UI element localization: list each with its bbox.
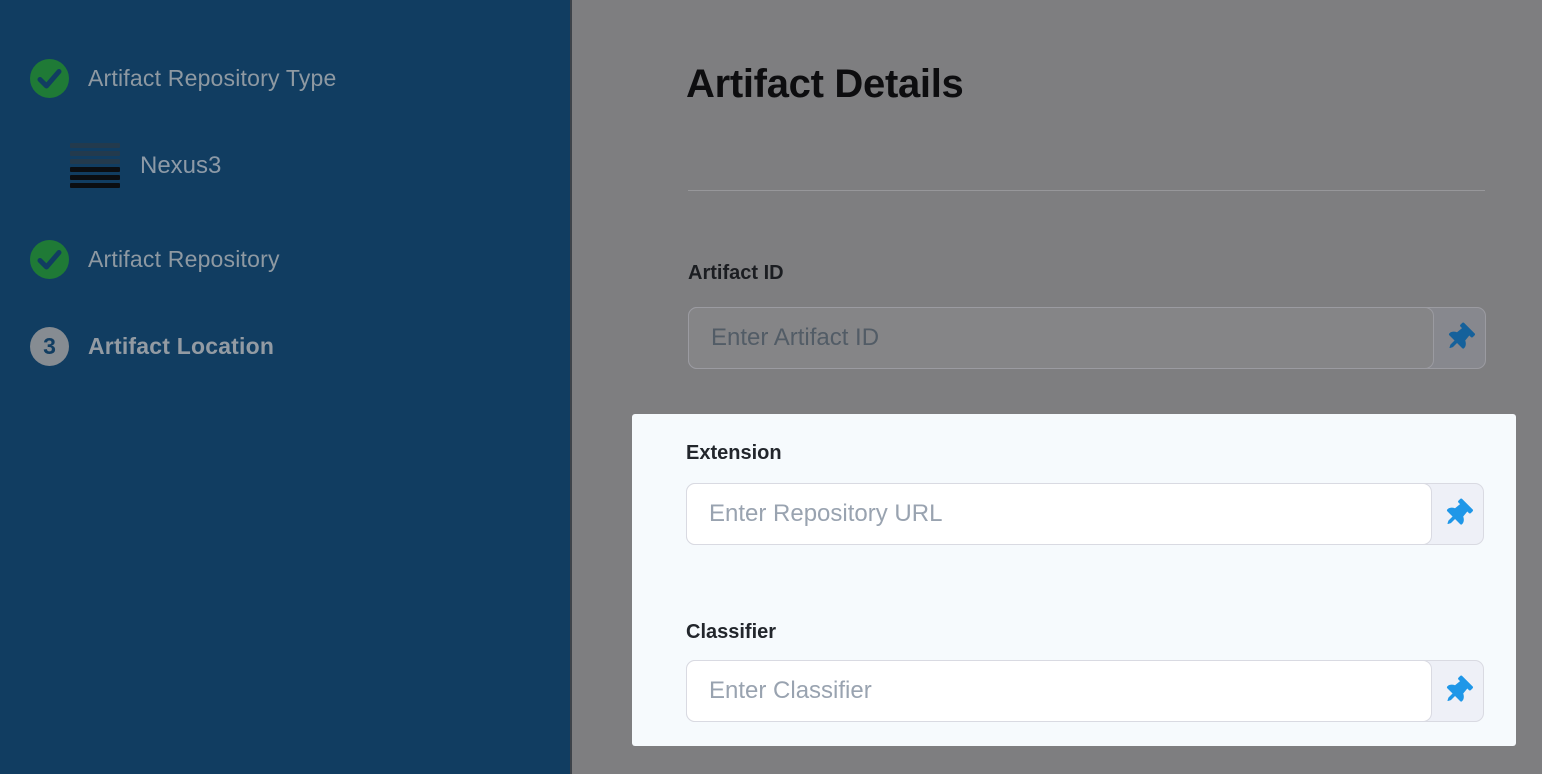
artifact-id-pin-button[interactable] — [1433, 308, 1485, 368]
step-label: Artifact Repository Type — [88, 65, 337, 92]
tour-spotlight-box: Extension Classifier — [632, 414, 1516, 746]
classifier-pin-button[interactable] — [1431, 661, 1483, 721]
divider — [688, 190, 1485, 191]
extension-label: Extension — [686, 442, 782, 465]
pushpin-icon — [1442, 321, 1477, 356]
classifier-label: Classifier — [686, 621, 776, 644]
classifier-input[interactable] — [686, 660, 1432, 722]
checkmark-icon — [30, 240, 69, 279]
extension-input[interactable] — [686, 483, 1432, 545]
step-complete-check-icon — [30, 240, 69, 279]
classifier-input-row — [686, 660, 1484, 722]
step-label: Artifact Location — [88, 333, 274, 360]
artifact-id-input-row — [688, 307, 1486, 369]
pushpin-icon — [1440, 497, 1475, 532]
pushpin-icon — [1440, 674, 1475, 709]
selected-repository-type-nexus3[interactable]: Nexus3 — [70, 143, 221, 188]
artifact-wizard-dialog: Artifact Repository Type Nexus3 Artifact… — [0, 0, 1542, 774]
step-number-icon: 3 — [30, 327, 69, 366]
page-title: Artifact Details — [686, 62, 964, 107]
artifact-id-label: Artifact ID — [688, 262, 784, 285]
artifact-id-input[interactable] — [688, 307, 1434, 369]
wizard-steps-sidebar: Artifact Repository Type Nexus3 Artifact… — [0, 0, 572, 774]
step-artifact-repository[interactable]: Artifact Repository — [30, 239, 280, 279]
step-number: 3 — [43, 335, 56, 358]
checkmark-icon — [30, 59, 69, 98]
step-label: Artifact Repository — [88, 246, 280, 273]
repository-type-label: Nexus3 — [140, 152, 221, 180]
extension-pin-button[interactable] — [1431, 484, 1483, 544]
extension-input-row — [686, 483, 1484, 545]
step-complete-check-icon — [30, 59, 69, 98]
step-artifact-repository-type[interactable]: Artifact Repository Type — [30, 58, 337, 98]
stack-lines-icon — [70, 143, 120, 188]
step-artifact-location[interactable]: 3 Artifact Location — [30, 326, 274, 366]
